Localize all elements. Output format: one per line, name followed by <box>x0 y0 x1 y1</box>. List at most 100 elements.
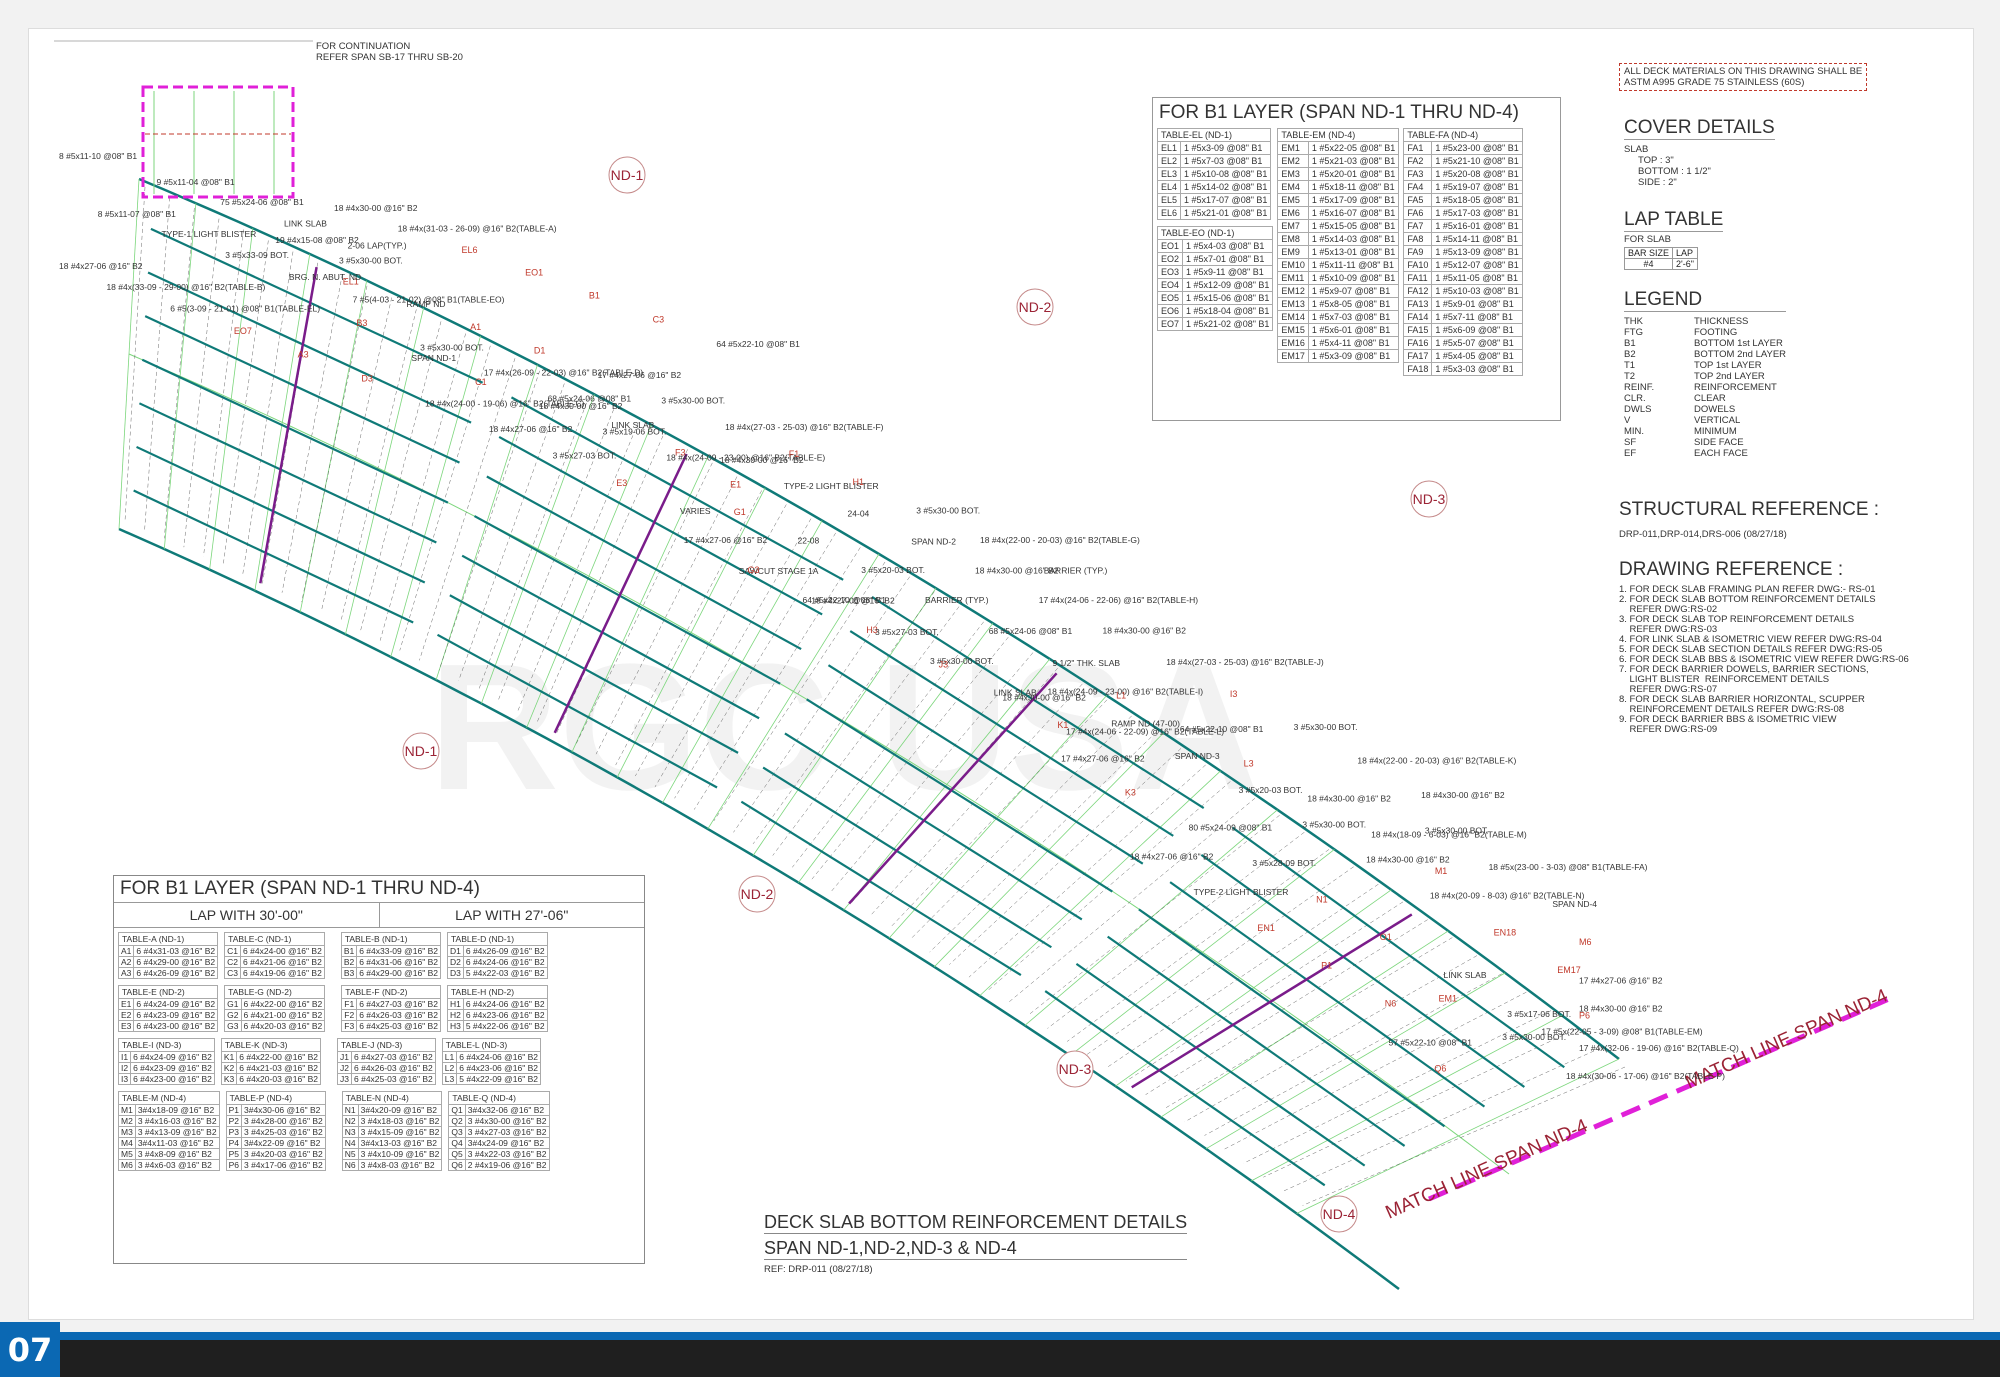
lap-table-block: TABLE-C (ND-1) C1 6 #4x24-00 @16" B2 C2 6 #4… <box>224 932 325 979</box>
table-row: K3 6 #4x20-03 @16" B2 <box>220 1073 322 1085</box>
bar-mark: Q2 <box>448 1115 466 1127</box>
table-row: F2 6 #4x26-03 @16" B2 <box>341 1009 441 1021</box>
plan-annotation: 18 #4x27-06 @16" B2 <box>811 596 895 606</box>
plan-annotation: 18 #4x30-00 @16" B2 <box>1002 693 1086 703</box>
bar-spec: 1 #5x3-09 @08" B1 <box>1180 141 1272 155</box>
b2-title: FOR B1 LAYER (SPAN ND-1 THRU ND-4) <box>114 876 644 903</box>
bar-spec: 6 #4x22-00 @16" B2 <box>240 998 326 1010</box>
table-row: Q1 3#4x32-06 @16" B2 <box>448 1104 550 1116</box>
table-row: EO2 1 #5x7-01 @08" B1 <box>1156 252 1274 266</box>
plan-annotation: Q6 <box>1434 1063 1446 1073</box>
table-row: EO3 1 #5x9-11 @08" B1 <box>1156 265 1274 279</box>
plan-annotation: 18 #4x(30-06 - 17-06) @16" B2(TABLE-P) <box>1566 1071 1725 1081</box>
lap-table-block: TABLE-I (ND-3) I1 6 #4x24-09 @16" B2 I2 6 #4… <box>117 1038 215 1085</box>
bar-mark: P5 <box>225 1148 242 1160</box>
plan-annotation: 18 #4x(24-09 - 23-00) @16" B2(TABLE-E) <box>666 453 825 463</box>
longitudinal-rebar <box>1044 990 1326 1187</box>
bar-spec: 1 #5x11-05 @08" B1 <box>1431 271 1523 285</box>
bar-mark: G2 <box>224 1009 242 1021</box>
lap-table: LAP TABLE FOR SLAB BAR SIZE LAP #4 2'-6" <box>1623 209 1724 270</box>
bar-spec: 1 #5x15-06 @08" B1 <box>1182 291 1274 305</box>
bar-mark: FA18 <box>1403 362 1433 376</box>
plan-annotation: 17 #4x27-06 @16" B2 <box>1061 753 1145 763</box>
span-tag: ND-1 <box>608 156 646 194</box>
bar-spec: 5 #4x22-06 @16" B2 <box>462 1020 548 1032</box>
legend-abbr: MIN. <box>1624 426 1645 437</box>
bar-mark: P6 <box>225 1159 242 1171</box>
table-row: FA16 1 #5x5-07 @08" B1 <box>1403 336 1523 350</box>
bar-spec: 6 #4x23-00 @16" B2 <box>130 1073 215 1085</box>
table-row: G1 6 #4x22-00 @16" B2 <box>224 998 326 1010</box>
plan-annotation: 9 #5x11-04 @08" B1 <box>156 177 234 187</box>
table-row: EL1 1 #5x3-09 @08" B1 <box>1156 141 1272 155</box>
bar-spec: 1 #5x18-11 @08" B1 <box>1307 180 1400 194</box>
bar-mark: EL6 <box>1156 206 1182 220</box>
table-row: EL4 1 #5x14-02 @08" B1 <box>1156 180 1272 194</box>
bar-mark: B2 <box>340 956 358 968</box>
plan-annotation: 17 #4x27-06 @16" B2 <box>1579 975 1663 985</box>
plan-annotation: B3 <box>356 318 367 328</box>
lap-for: FOR SLAB <box>1624 234 1671 245</box>
bar-mark: FA16 <box>1403 336 1433 350</box>
bar-mark: EM16 <box>1277 336 1309 350</box>
table-row: N4 3#4x13-03 @16" B2 <box>341 1137 443 1149</box>
lap-table-block: TABLE-J (ND-3) J1 6 #4x27-03 @16" B2 J2 6 #4… <box>337 1038 436 1085</box>
bar-spec: 6 #4x25-03 @16" B2 <box>356 1020 441 1032</box>
plan-annotation: 80 #5x24-09 @08" B1 <box>1189 822 1273 832</box>
legend-abbr: FTG <box>1624 327 1643 338</box>
bar-spec: 6 #4x24-06 @16" B2 <box>462 998 548 1010</box>
bar-spec: 1 #5x7-03 @08" B1 <box>1307 310 1400 324</box>
bar-mark: P1 <box>225 1104 242 1116</box>
lap-table-block: TABLE-E (ND-2) E1 6 #4x24-09 @16" B2 E2 6 #4… <box>117 985 219 1032</box>
table-row: EM5 1 #5x17-09 @08" B1 <box>1277 193 1400 207</box>
bar-spec: 6 #4x23-09 @16" B2 <box>130 1062 215 1074</box>
table-row: Q5 3 #4x22-03 @16" B2 <box>448 1148 550 1160</box>
plan-annotation: EL6 <box>461 245 477 255</box>
bar-mark: Q6 <box>448 1159 466 1171</box>
plan-annotation: 18 #4x(31-03 - 26-09) @16" B2(TABLE-A) <box>398 224 557 234</box>
bar-mark: EM4 <box>1277 180 1309 194</box>
bar-mark: FA7 <box>1403 219 1433 233</box>
legend-meaning: TOP 1st LAYER <box>1694 360 1762 371</box>
table-row: EM7 1 #5x15-05 @08" B1 <box>1277 219 1400 233</box>
bar-spec: 3 #4x30-00 @16" B2 <box>464 1115 550 1127</box>
bar-spec: 1 #5x9-01 @08" B1 <box>1431 297 1523 311</box>
table-row: G3 6 #4x20-03 @16" B2 <box>224 1020 326 1032</box>
plan-annotation: 18 #4x30-00 @16" B2 <box>1421 790 1505 800</box>
plan-annotation: LINK SLAB <box>611 420 654 430</box>
bar-mark: D2 <box>446 956 464 968</box>
plan-annotation: 18 #4x30-00 @16" B2 <box>1579 1004 1663 1014</box>
table-title: TABLE-A (ND-1) <box>117 932 219 946</box>
lap-table-block: TABLE-Q (ND-4) Q1 3#4x32-06 @16" B2 Q2 3 #4x… <box>448 1091 550 1171</box>
table-title: TABLE-F (ND-2) <box>341 985 441 999</box>
table-row: EO6 1 #5x18-04 @08" B1 <box>1156 304 1274 318</box>
bar-mark: C1 <box>224 945 242 957</box>
bar-spec: 1 #5x13-09 @08" B1 <box>1431 245 1523 259</box>
bar-mark: D3 <box>446 967 464 979</box>
bar-spec: 3 #4x8-03 @16" B2 <box>357 1159 443 1171</box>
bar-mark: K1 <box>220 1051 238 1063</box>
table-row: FA10 1 #5x12-07 @08" B1 <box>1403 258 1523 272</box>
table-row: J3 6 #4x25-03 @16" B2 <box>337 1073 436 1085</box>
bar-spec: 1 #5x21-01 @08" B1 <box>1180 206 1272 220</box>
span-tag: ND-3 <box>1056 1050 1094 1088</box>
bar-spec: 6 #4x31-03 @16" B2 <box>133 945 219 957</box>
table-row: E3 6 #4x23-00 @16" B2 <box>117 1020 219 1032</box>
bar-mark: EM1 <box>1277 141 1309 155</box>
table-row: C1 6 #4x24-00 @16" B2 <box>224 945 325 957</box>
table-row: M4 3#4x11-03 @16" B2 <box>118 1137 220 1149</box>
table-row: A2 6 #4x29-00 @16" B2 <box>117 956 219 968</box>
bar-spec: 1 #5x9-11 @08" B1 <box>1182 265 1274 279</box>
bar-spec: 1 #5x10-09 @08" B1 <box>1307 271 1400 285</box>
lap-27-head: LAP WITH 27'-06" <box>455 907 569 923</box>
bar-mark: F3 <box>341 1020 358 1032</box>
table-row: L2 6 #4x23-06 @16" B2 <box>441 1062 542 1074</box>
bar-spec: 6 #4x23-06 @16" B2 <box>456 1062 542 1074</box>
plan-annotation: 18 #4x(27-03 - 25-03) @16" B2(TABLE-F) <box>725 422 884 432</box>
plan-annotation: TYPE-1 LIGHT BLISTER <box>161 229 256 239</box>
bar-mark: FA14 <box>1403 310 1433 324</box>
table-row: L3 5 #4x22-09 @16" B2 <box>441 1073 542 1085</box>
table-title: TABLE-EL (ND-1) <box>1156 128 1272 142</box>
legend-item: REINF. REINFORCEMENT <box>1624 382 1786 393</box>
bar-spec: 3#4x30-06 @16" B2 <box>240 1104 326 1116</box>
